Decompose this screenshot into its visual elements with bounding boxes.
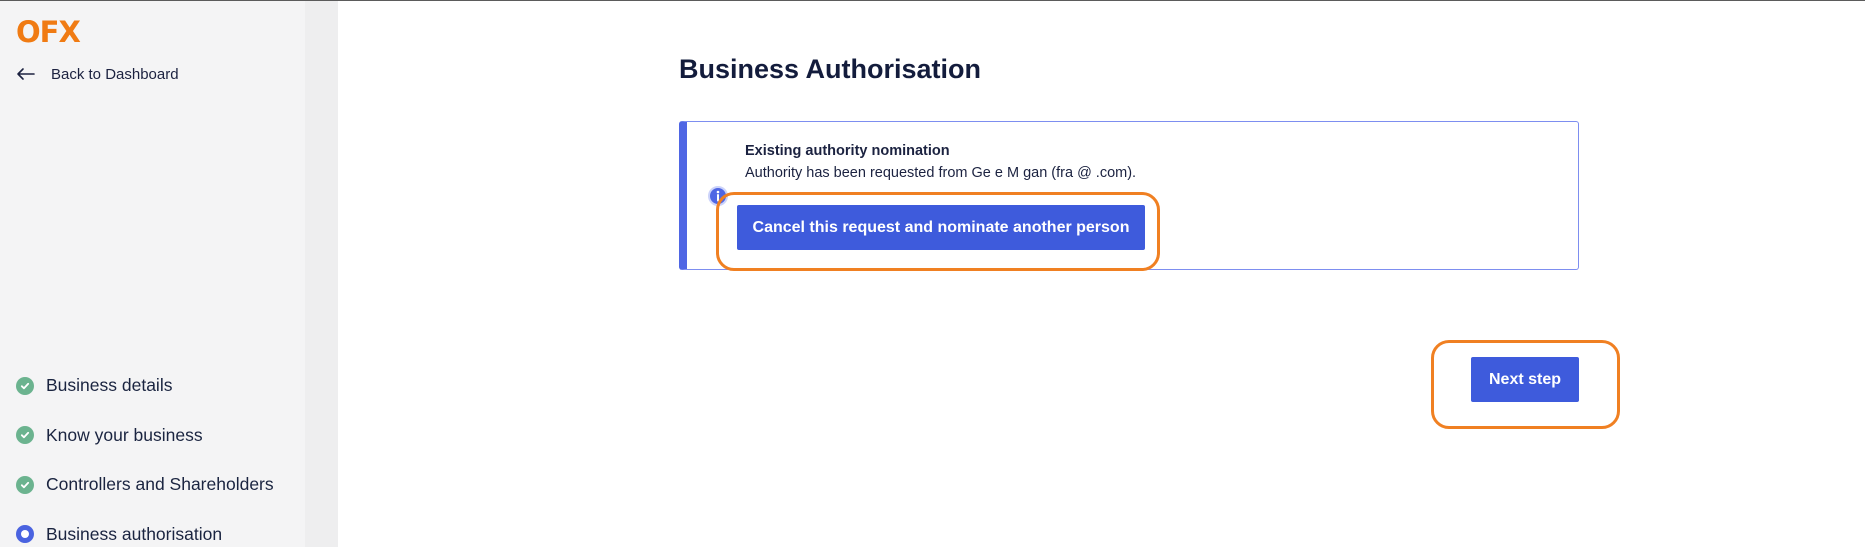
step-label: Business details <box>46 375 173 396</box>
check-circle-icon <box>16 475 34 494</box>
next-step-button[interactable]: Next step <box>1471 357 1579 402</box>
step-label: Know your business <box>46 424 203 445</box>
step-business-authorisation[interactable]: Business authorisation <box>16 510 274 547</box>
logo-text: OFX <box>16 15 81 49</box>
step-controllers-and-shareholders[interactable]: Controllers and Shareholders <box>16 460 274 510</box>
notice-text: Authority has been requested from Ge e M… <box>745 165 1137 181</box>
check-circle-icon <box>16 376 34 395</box>
page-title: Business Authorisation <box>679 54 982 84</box>
info-icon <box>708 186 728 206</box>
check-circle-icon <box>16 426 34 445</box>
progress-steps: Business details Know your business Cont… <box>16 361 274 547</box>
cancel-request-button[interactable]: Cancel this request and nominate another… <box>737 205 1145 250</box>
arrow-left-icon <box>16 67 36 81</box>
sidebar: OFX Back to Dashboard Business details K… <box>0 1 305 547</box>
step-business-details[interactable]: Business details <box>16 361 274 411</box>
sidebar-gutter <box>305 1 338 547</box>
current-step-icon <box>16 525 34 544</box>
back-to-dashboard-link[interactable]: Back to Dashboard <box>16 63 179 85</box>
back-to-dashboard-label: Back to Dashboard <box>51 65 179 83</box>
step-label: Controllers and Shareholders <box>46 474 274 495</box>
step-know-your-business[interactable]: Know your business <box>16 411 274 461</box>
ofx-logo: OFX <box>16 16 88 48</box>
step-label: Business authorisation <box>46 523 223 544</box>
notice-title: Existing authority nomination <box>745 143 950 159</box>
